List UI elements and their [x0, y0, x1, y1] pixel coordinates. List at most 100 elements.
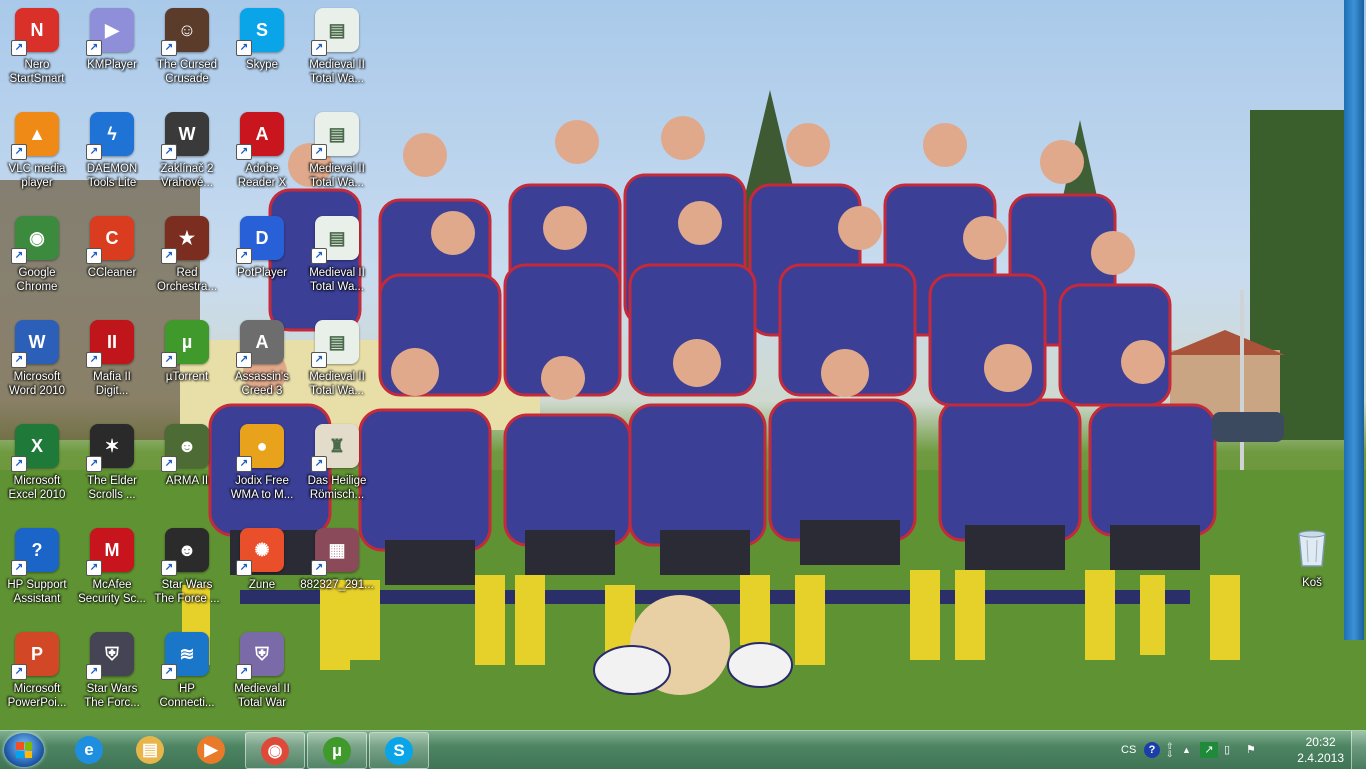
desktop-shortcut[interactable]: ▤ ↗ Medieval II Total Wa...: [300, 314, 374, 414]
show-hidden-icons-arrow-icon[interactable]: ▲: [1182, 742, 1191, 758]
desktop-shortcut[interactable]: ▤ ↗ Medieval II Total Wa...: [300, 2, 374, 102]
desktop-shortcut[interactable]: X ↗ Microsoft Excel 2010: [0, 418, 74, 518]
desktop-shortcut[interactable]: W ↗ Microsoft Word 2010: [0, 314, 74, 414]
desktop-shortcut[interactable]: D ↗ PotPlayer: [225, 210, 299, 310]
desktop-shortcut[interactable]: ▤ ↗ Medieval II Total Wa...: [300, 210, 374, 310]
desktop-shortcut[interactable]: A ↗ Adobe Reader X: [225, 106, 299, 206]
desktop-shortcut[interactable]: ? ↗ HP Support Assistant: [0, 522, 74, 622]
taskbar-button-windows-explorer[interactable]: ▤: [121, 732, 179, 767]
show-desktop-button[interactable]: [1351, 731, 1366, 769]
desktop-shortcut-label: Medieval II Total War: [234, 683, 290, 709]
desktop-shortcut[interactable]: ▤ ↗ Medieval II Total Wa...: [300, 106, 374, 206]
taskbar-button-internet-explorer[interactable]: e: [60, 732, 118, 767]
chrome-icon: ◉: [261, 736, 289, 765]
battery-icon[interactable]: ▯: [1224, 742, 1230, 758]
medieval-shield-icon: ⛨ ↗: [236, 632, 284, 680]
desktop-shortcut-label: Adobe Reader X: [237, 163, 287, 189]
desktop-shortcut[interactable]: ✺ ↗ Zune: [225, 522, 299, 622]
desktop-shortcut[interactable]: ● ↗ Jodix Free WMA to M...: [225, 418, 299, 518]
arma-icon: ☻ ↗: [161, 424, 209, 472]
shortcut-arrow-icon: ↗: [11, 40, 27, 56]
recycle-bin[interactable]: Koš: [1275, 520, 1349, 620]
desktop-shortcut[interactable]: ☻ ↗ Star Wars The Force ...: [150, 522, 224, 622]
desktop-shortcut[interactable]: ★ ↗ Red Orchestra...: [150, 210, 224, 310]
desktop-shortcut[interactable]: N ↗ Nero StartSmart: [0, 2, 74, 102]
taskbar-button-utorrent[interactable]: µ: [307, 732, 367, 769]
taskbar-button-chrome[interactable]: ◉: [245, 732, 305, 769]
desktop-shortcut[interactable]: ≋ ↗ HP Connecti...: [150, 626, 224, 726]
desktop-shortcut-label: Medieval II Total Wa...: [309, 371, 365, 397]
shortcut-arrow-icon: ↗: [86, 560, 102, 576]
desktop-shortcut[interactable]: C ↗ CCleaner: [75, 210, 149, 310]
chrome-icon: ◉ ↗: [11, 216, 59, 264]
action-center-flag-icon[interactable]: ⚑: [1246, 742, 1256, 758]
desktop-shortcut-label: Microsoft Word 2010: [8, 371, 66, 397]
desktop-shortcut[interactable]: ◉ ↗ Google Chrome: [0, 210, 74, 310]
desktop-shortcut-label: Skype: [246, 59, 278, 71]
desktop-shortcut-label: Das Heilige Römisch...: [307, 475, 367, 501]
clock-time: 20:32: [1305, 735, 1336, 749]
document-shortcut-icon: ▤ ↗: [311, 112, 359, 160]
desktop-shortcut[interactable]: ▦ ↗ 882327_291...: [300, 522, 374, 622]
shortcut-arrow-icon: ↗: [236, 560, 252, 576]
zune-icon: ✺ ↗: [236, 528, 284, 576]
excel-icon: X ↗: [11, 424, 59, 472]
shortcut-arrow-icon: ↗: [11, 560, 27, 576]
desktop-shortcut-label: Nero StartSmart: [9, 59, 65, 85]
system-clock[interactable]: 20:32 2.4.2013: [1297, 734, 1344, 766]
desktop-shortcut[interactable]: ▲ ↗ VLC media player: [0, 106, 74, 206]
shortcut-arrow-icon: ↗: [86, 248, 102, 264]
desktop-shortcut-label: The Cursed Crusade: [156, 59, 218, 85]
shortcut-arrow-icon: ↗: [236, 456, 252, 472]
help-icon[interactable]: ?: [1144, 742, 1160, 758]
desktop-shortcut[interactable]: M ↗ McAfee Security Sc...: [75, 522, 149, 622]
taskbar: e ▤ ▶ ◉ µ S CS ? ⇧ ⇩ ▲ ↗ ▯ ⚑ 20:32 2.4.2013: [0, 730, 1366, 769]
start-button[interactable]: [4, 733, 44, 767]
desktop-shortcut[interactable]: ⛨ ↗ Star Wars The Forc...: [75, 626, 149, 726]
shortcut-arrow-icon: ↗: [161, 456, 177, 472]
desktop-shortcut[interactable]: P ↗ Microsoft PowerPoi...: [0, 626, 74, 726]
language-indicator[interactable]: CS: [1121, 742, 1136, 758]
network-activity-icon[interactable]: ↗: [1200, 742, 1218, 758]
shortcut-arrow-icon: ↗: [161, 144, 177, 160]
desktop-shortcut[interactable]: ϟ ↗ DAEMON Tools Lite: [75, 106, 149, 206]
desktop-shortcut[interactable]: ✶ ↗ The Elder Scrolls ...: [75, 418, 149, 518]
recycle-bin-icon: [1290, 526, 1334, 570]
desktop-shortcut[interactable]: II ↗ Mafia II Digit...: [75, 314, 149, 414]
jodix-icon: ● ↗: [236, 424, 284, 472]
shortcut-arrow-icon: ↗: [311, 144, 327, 160]
taskbar-button-skype[interactable]: S: [369, 732, 429, 769]
desktop-shortcut-label: CCleaner: [87, 267, 137, 279]
keyboard-layout-icon[interactable]: ⇧ ⇩: [1166, 742, 1174, 759]
shortcut-arrow-icon: ↗: [161, 40, 177, 56]
skype-icon: S ↗: [236, 8, 284, 56]
witcher-icon: W ↗: [161, 112, 209, 160]
desktop-shortcut[interactable]: ♜ ↗ Das Heilige Römisch...: [300, 418, 374, 518]
desktop-shortcut-label: Mafia II Digit...: [93, 371, 131, 397]
desktop-shortcut[interactable]: ▶ ↗ KMPlayer: [75, 2, 149, 102]
desktop-shortcut[interactable]: ⛨ ↗ Medieval II Total War: [225, 626, 299, 726]
desktop-shortcut[interactable]: µ ↗ µTorrent: [150, 314, 224, 414]
desktop-shortcut[interactable]: W ↗ Zaklínač 2 Vrahové...: [150, 106, 224, 206]
desktop-shortcut[interactable]: A ↗ Assassin's Creed 3: [225, 314, 299, 414]
desktop-shortcut-label: Microsoft Excel 2010: [8, 475, 66, 501]
mcafee-icon: M ↗: [86, 528, 134, 576]
daemon-tools-icon: ϟ ↗: [86, 112, 134, 160]
desktop-shortcut[interactable]: ☻ ↗ ARMA II: [150, 418, 224, 518]
shortcut-arrow-icon: ↗: [236, 40, 252, 56]
powerpoint-icon: P ↗: [11, 632, 59, 680]
shortcut-arrow-icon: ↗: [161, 664, 177, 680]
taskbar-button-media-player[interactable]: ▶: [182, 732, 240, 767]
desktop-shortcut-label: Zune: [248, 579, 276, 591]
word-icon: W ↗: [11, 320, 59, 368]
recycle-bin-label: Koš: [1302, 577, 1322, 589]
desktop-shortcut-label: Google Chrome: [16, 267, 58, 293]
document-shortcut-icon: ▤ ↗: [311, 8, 359, 56]
desktop-shortcut[interactable]: ☺ ↗ The Cursed Crusade: [150, 2, 224, 102]
shortcut-arrow-icon: ↗: [236, 144, 252, 160]
shortcut-arrow-icon: ↗: [11, 664, 27, 680]
media-player-icon: ▶: [197, 735, 225, 764]
desktop-shortcut[interactable]: S ↗ Skype: [225, 2, 299, 102]
desktop-shortcut-label: VLC media player: [8, 163, 66, 189]
document-shortcut-icon: ▤ ↗: [311, 216, 359, 264]
